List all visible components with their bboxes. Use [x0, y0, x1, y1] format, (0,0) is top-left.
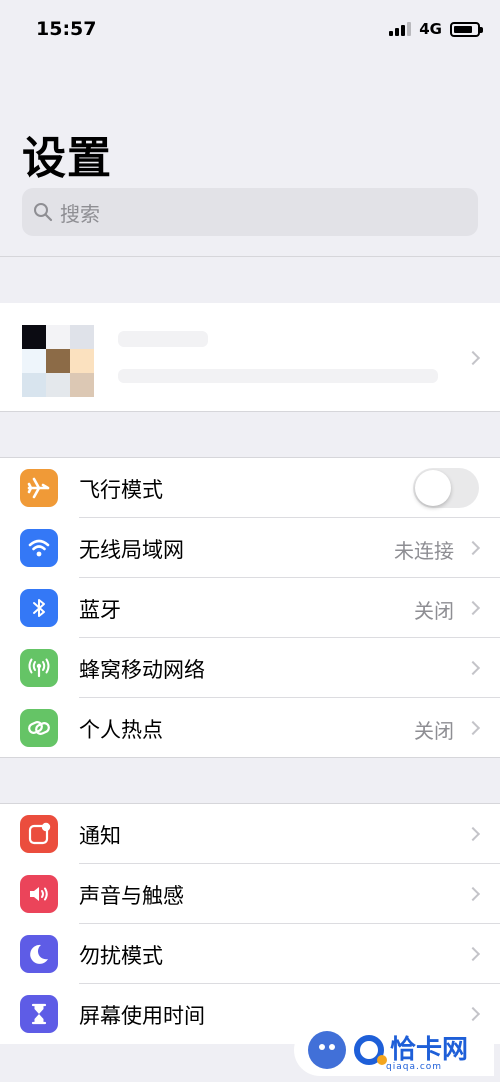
settings-item-label: 屏幕使用时间 [79, 1004, 205, 1028]
moon-icon [20, 935, 58, 973]
battery-icon [450, 21, 483, 37]
avatar-tile [70, 349, 94, 373]
avatar-tile [70, 373, 94, 397]
settings-item-wifi[interactable]: 无线局域网 未连接 [0, 518, 500, 578]
chevron-right-icon [465, 1006, 481, 1022]
hotspot-icon [20, 709, 58, 747]
divider [0, 411, 500, 412]
notification-icon [20, 815, 58, 853]
bluetooth-status: 关闭 [414, 599, 454, 623]
wifi-status: 未连接 [394, 539, 454, 563]
antenna-icon [20, 649, 58, 687]
chevron-right-icon [465, 350, 481, 366]
chevron-right-icon [465, 946, 481, 962]
avatar-tile [22, 325, 46, 349]
search-icon [34, 203, 53, 222]
network-type: 4G [419, 20, 442, 38]
search-placeholder: 搜索 [60, 201, 100, 226]
settings-item-label: 声音与触感 [79, 884, 184, 908]
airplane-icon [20, 469, 58, 507]
settings-item-label: 蓝牙 [79, 598, 121, 622]
settings-item-bluetooth[interactable]: 蓝牙 关闭 [0, 578, 500, 638]
hotspot-status: 关闭 [414, 719, 454, 743]
settings-item-label: 无线局域网 [79, 538, 184, 562]
chevron-right-icon [465, 660, 481, 676]
settings-item-airplane-mode[interactable]: 飞行模式 [0, 458, 500, 518]
wifi-icon [20, 529, 58, 567]
connectivity-group: 飞行模式 无线局域网 未连接 蓝牙 关闭 蜂窝移动网络 个人热点 关闭 [0, 458, 500, 758]
chevron-right-icon [465, 886, 481, 902]
sound-icon [20, 875, 58, 913]
status-bar: 15:57 4G [0, 0, 500, 62]
chevron-right-icon [465, 540, 481, 556]
settings-item-notifications[interactable]: 通知 [0, 804, 500, 864]
bluetooth-icon [20, 589, 58, 627]
settings-item-label: 勿扰模式 [79, 944, 163, 968]
hourglass-icon [20, 995, 58, 1033]
profile-card[interactable] [0, 303, 500, 411]
airplane-mode-toggle[interactable] [413, 468, 479, 508]
divider [0, 757, 500, 758]
logo-mark-icon [354, 1035, 387, 1065]
watermark-url: qiaqa.com [386, 1062, 443, 1072]
avatar-tile [46, 373, 70, 397]
settings-item-label: 蜂窝移动网络 [79, 658, 205, 682]
avatar-tile [22, 349, 46, 373]
avatar-tile [70, 325, 94, 349]
chevron-right-icon [465, 720, 481, 736]
blurred-subtitle [118, 369, 438, 383]
settings-item-do-not-disturb[interactable]: 勿扰模式 [0, 924, 500, 984]
settings-item-label: 通知 [79, 824, 121, 848]
page-title: 设置 [22, 133, 112, 184]
avatar [22, 325, 94, 397]
robot-icon [308, 1031, 346, 1069]
blurred-name [118, 331, 208, 347]
settings-item-cellular[interactable]: 蜂窝移动网络 [0, 638, 500, 698]
divider [0, 256, 500, 257]
watermark-text: 恰卡网 [390, 1035, 469, 1065]
signal-icon [389, 22, 412, 36]
chevron-right-icon [465, 600, 481, 616]
chevron-right-icon [465, 826, 481, 842]
search-input[interactable]: 搜索 [22, 188, 478, 236]
settings-item-label: 飞行模式 [79, 478, 163, 502]
watermark-logo: 恰卡网 qiaqa.com [294, 1024, 494, 1076]
avatar-tile [22, 373, 46, 397]
status-indicators: 4G [389, 20, 483, 38]
settings-item-label: 个人热点 [79, 718, 163, 742]
settings-item-hotspot[interactable]: 个人热点 关闭 [0, 698, 500, 758]
avatar-tile [46, 325, 70, 349]
avatar-tile [46, 349, 70, 373]
status-time: 15:57 [36, 18, 97, 40]
settings-item-sounds[interactable]: 声音与触感 [0, 864, 500, 924]
system-group: 通知 声音与触感 勿扰模式 屏幕使用时间 [0, 804, 500, 1044]
